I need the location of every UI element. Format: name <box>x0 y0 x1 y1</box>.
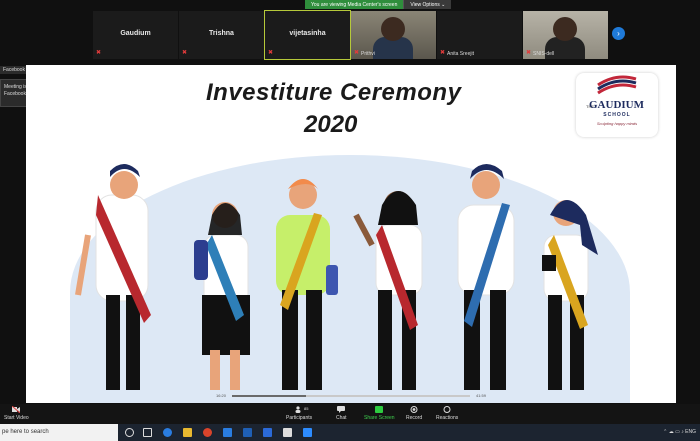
app-icon[interactable] <box>283 428 292 437</box>
progress-fill <box>232 395 306 397</box>
zoom-icon[interactable] <box>303 428 312 437</box>
mic-muted-icon: ✖ <box>182 50 188 56</box>
chat-button[interactable]: Chat <box>336 406 347 421</box>
vz-app-icon[interactable] <box>243 428 252 437</box>
student-figure-3 <box>276 179 338 390</box>
student-figure-2 <box>194 202 250 390</box>
total-time: 41:59 <box>475 393 486 398</box>
file-explorer-icon[interactable] <box>183 428 192 437</box>
share-screen-button[interactable]: Share Screen <box>364 406 395 421</box>
cortana-icon[interactable] <box>125 428 134 437</box>
zoom-window: You are viewing Media Center's screen Vi… <box>0 0 700 441</box>
participant-strip: Gaudium ✖ Trishna ✖ vijetasinha ✖ ✖ Prit… <box>93 10 608 60</box>
record-label: Record <box>406 415 423 421</box>
participants-label: Participants <box>286 415 313 421</box>
student-figure-5 <box>457 164 515 390</box>
reactions-label: Reactions <box>436 415 459 421</box>
view-options-button[interactable]: View Options ⌄ <box>403 0 452 9</box>
shared-screen: Investiture Ceremony 2020 THE GAUDIUM SC… <box>26 65 676 403</box>
participant-tile[interactable]: Gaudium ✖ <box>93 11 178 59</box>
mic-muted-icon: ✖ <box>354 50 360 56</box>
participant-video-tile[interactable]: ✖ SNIS-dell <box>523 11 608 59</box>
video-off-icon <box>12 406 21 413</box>
os-taskbar: pe here to search ⌃ ☁ ▭ ♪ ENG <box>0 424 700 441</box>
reactions-button[interactable]: Reactions <box>436 406 458 421</box>
participant-tile[interactable]: ✖ Anita Sreejit <box>437 11 522 59</box>
share-screen-icon <box>375 406 384 413</box>
student-figure-1 <box>75 164 151 390</box>
ie-icon[interactable] <box>223 428 232 437</box>
view-options-label: View Options ⌄ <box>410 1 446 8</box>
task-view-icon[interactable] <box>143 428 152 437</box>
mic-muted-icon: ✖ <box>96 50 102 56</box>
current-time: 16:20 <box>216 393 227 398</box>
system-tray: ⌃ ☁ ▭ ♪ ENG <box>663 429 696 435</box>
share-status: You are viewing Media Center's screen <box>305 0 404 9</box>
next-page-arrow-icon[interactable]: › <box>612 27 625 40</box>
participant-name: SNIS-dell <box>533 51 555 57</box>
mic-muted-icon: ✖ <box>440 50 446 56</box>
start-video-label: Start Video <box>4 415 29 421</box>
video-scrubber[interactable]: 16:20 41:59 <box>216 392 486 402</box>
tray-icons: ⌃ ☁ ▭ ♪ <box>663 429 686 435</box>
student-figure-4 <box>353 191 423 390</box>
video-person-head <box>381 17 405 41</box>
participant-name: Gaudium <box>120 30 151 37</box>
language-indicator[interactable]: ENG <box>685 429 696 435</box>
participants-icon <box>295 406 301 413</box>
participants-button[interactable]: Participants 85 <box>286 406 312 421</box>
start-video-button[interactable]: Start Video <box>4 406 29 421</box>
participant-video-tile[interactable]: ✖ Prithvi <box>351 11 436 59</box>
participant-name: vijetasinha <box>289 30 326 37</box>
meeting-toolbar: Start Video Participants 85 Chat Share S… <box>0 404 700 424</box>
chat-icon <box>337 406 346 413</box>
share-status-text: You are viewing Media Center's screen <box>311 1 398 8</box>
mic-muted-icon: ✖ <box>268 50 274 56</box>
record-button[interactable]: Record <box>406 406 422 421</box>
outlook-icon[interactable] <box>263 428 272 437</box>
record-icon <box>410 406 418 413</box>
video-person-head <box>553 17 577 41</box>
participant-tile[interactable]: Trishna ✖ <box>179 11 264 59</box>
student-figure-6 <box>542 200 598 390</box>
taskbar-search[interactable]: pe here to search <box>0 424 118 441</box>
participants-count: 85 <box>304 406 309 411</box>
participant-tile-active[interactable]: vijetasinha ✖ <box>264 10 351 60</box>
edge-icon[interactable] <box>163 428 172 437</box>
reactions-icon <box>443 406 451 413</box>
screen-share-banner: You are viewing Media Center's screen Vi… <box>305 0 452 9</box>
progress-track[interactable] <box>232 395 470 397</box>
participant-name: Trishna <box>209 30 234 37</box>
student-illustration <box>75 164 598 390</box>
chrome-icon[interactable] <box>203 428 212 437</box>
participant-name: Prithvi <box>361 51 375 57</box>
participant-name: Anita Sreejit <box>447 51 474 57</box>
mic-muted-icon: ✖ <box>526 50 532 56</box>
share-screen-label: Share Screen <box>364 415 395 421</box>
facebook-live-label: Facebook <box>0 66 28 74</box>
chat-label: Chat <box>336 415 347 421</box>
